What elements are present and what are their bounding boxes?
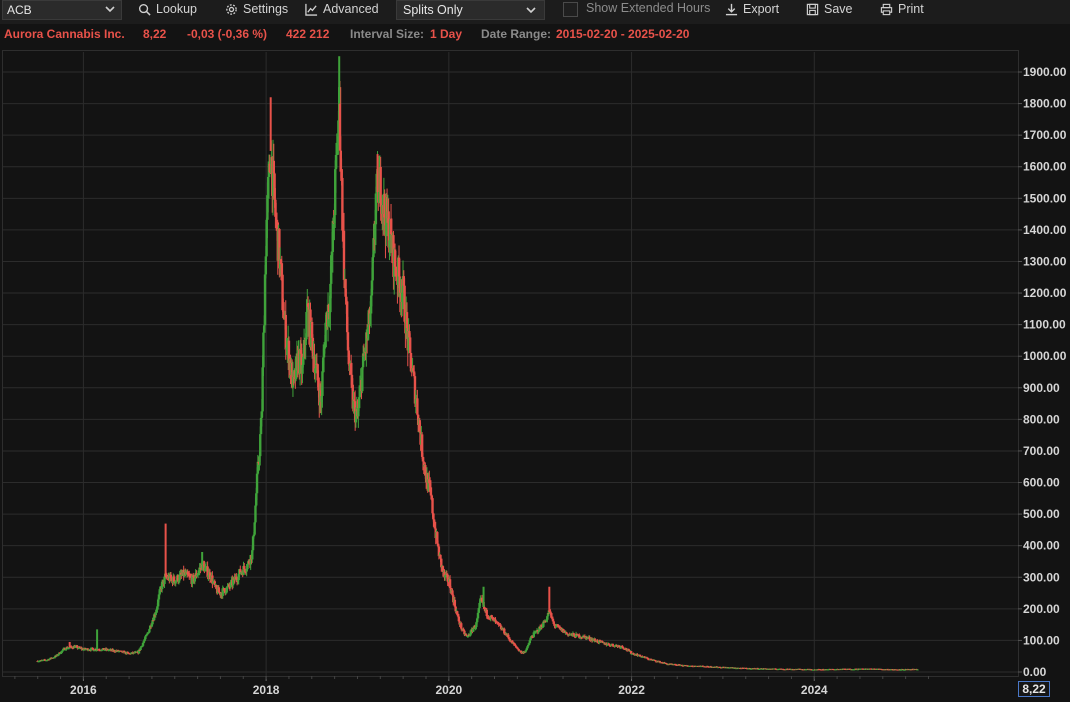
candle-body-up — [537, 631, 540, 633]
candle-body-up — [357, 397, 361, 409]
candle-body-down — [485, 609, 488, 617]
candle-body-down — [431, 498, 434, 514]
candle-body-down — [172, 576, 176, 582]
candle-body-up — [163, 576, 166, 584]
y-tick-label: 800.00 — [1023, 412, 1060, 426]
candle-body-down — [439, 554, 442, 559]
candle-body-up — [148, 629, 151, 633]
candle-body-up — [529, 637, 532, 641]
candle-body-down — [223, 588, 226, 591]
candle-body-up — [259, 434, 262, 457]
candle-body-up — [321, 371, 324, 396]
candle-body-down — [453, 599, 457, 607]
candle-body-up — [144, 636, 147, 640]
candle-body-up — [193, 577, 197, 582]
y-tick-label: 400.00 — [1023, 539, 1060, 553]
y-tick-label: 1900.00 — [1023, 65, 1067, 79]
y-tick-label: 200.00 — [1023, 602, 1060, 616]
candle-body-up — [527, 644, 530, 647]
candle-body-down — [272, 160, 276, 174]
candle-body-down — [405, 312, 409, 328]
y-tick-label: 900.00 — [1023, 381, 1060, 395]
y-tick-label: 1700.00 — [1023, 128, 1067, 142]
candle-body-up — [139, 647, 142, 651]
y-tick-label: 1400.00 — [1023, 223, 1067, 237]
candle-body-down — [408, 337, 412, 353]
x-tick-label: 2016 — [70, 683, 97, 697]
candle-body-up — [331, 220, 335, 252]
candle-body-up — [178, 574, 181, 581]
x-tick-label: 2018 — [253, 683, 280, 697]
y-tick-label: 1100.00 — [1023, 318, 1066, 332]
candle-body-up — [253, 522, 256, 535]
candle-body-up — [264, 256, 268, 275]
candle-body-up — [263, 274, 267, 326]
y-tick-label: 1200.00 — [1023, 286, 1067, 300]
candle-body-down — [646, 658, 650, 660]
candle-body-down — [460, 623, 463, 629]
x-tick-label: 2022 — [618, 683, 645, 697]
y-tick-label: 1300.00 — [1023, 254, 1067, 268]
candle-body-up — [916, 669, 919, 671]
y-tick-label: 0.00 — [1023, 665, 1047, 679]
y-tick-label: 600.00 — [1023, 476, 1060, 490]
y-tick-label: 300.00 — [1023, 570, 1060, 584]
candle-body-down — [621, 647, 625, 649]
candle-body-up — [476, 612, 480, 619]
candle-body-down — [497, 622, 500, 625]
y-tick-label: 1500.00 — [1023, 191, 1067, 205]
x-tick-label: 2020 — [435, 683, 462, 697]
candle-body-up — [262, 332, 265, 368]
candle-body-down — [611, 643, 614, 646]
price-chart[interactable]: 1900.00 1800.00 1700.00 1600.00 1500.00 1400.… — [0, 0, 1070, 702]
candle-body-up — [361, 367, 364, 392]
y-tick-label: 100.00 — [1023, 633, 1060, 647]
candle-body-down — [416, 398, 419, 415]
candle-body-up — [255, 473, 259, 494]
y-tick-label: 1000.00 — [1023, 349, 1067, 363]
candle-body-down — [514, 644, 517, 647]
candle-body-up — [305, 311, 308, 340]
last-value-tag: 8,22 — [1018, 681, 1050, 697]
y-tick-label: 500.00 — [1023, 507, 1060, 521]
y-tick-label: 1800.00 — [1023, 97, 1067, 111]
y-tick-label: 700.00 — [1023, 444, 1060, 458]
candle-body-down — [341, 177, 344, 231]
candle-body-up — [254, 505, 257, 523]
y-tick-label: 1600.00 — [1023, 160, 1067, 174]
x-tick-label: 2024 — [801, 683, 828, 697]
candle-body-up — [335, 144, 339, 155]
